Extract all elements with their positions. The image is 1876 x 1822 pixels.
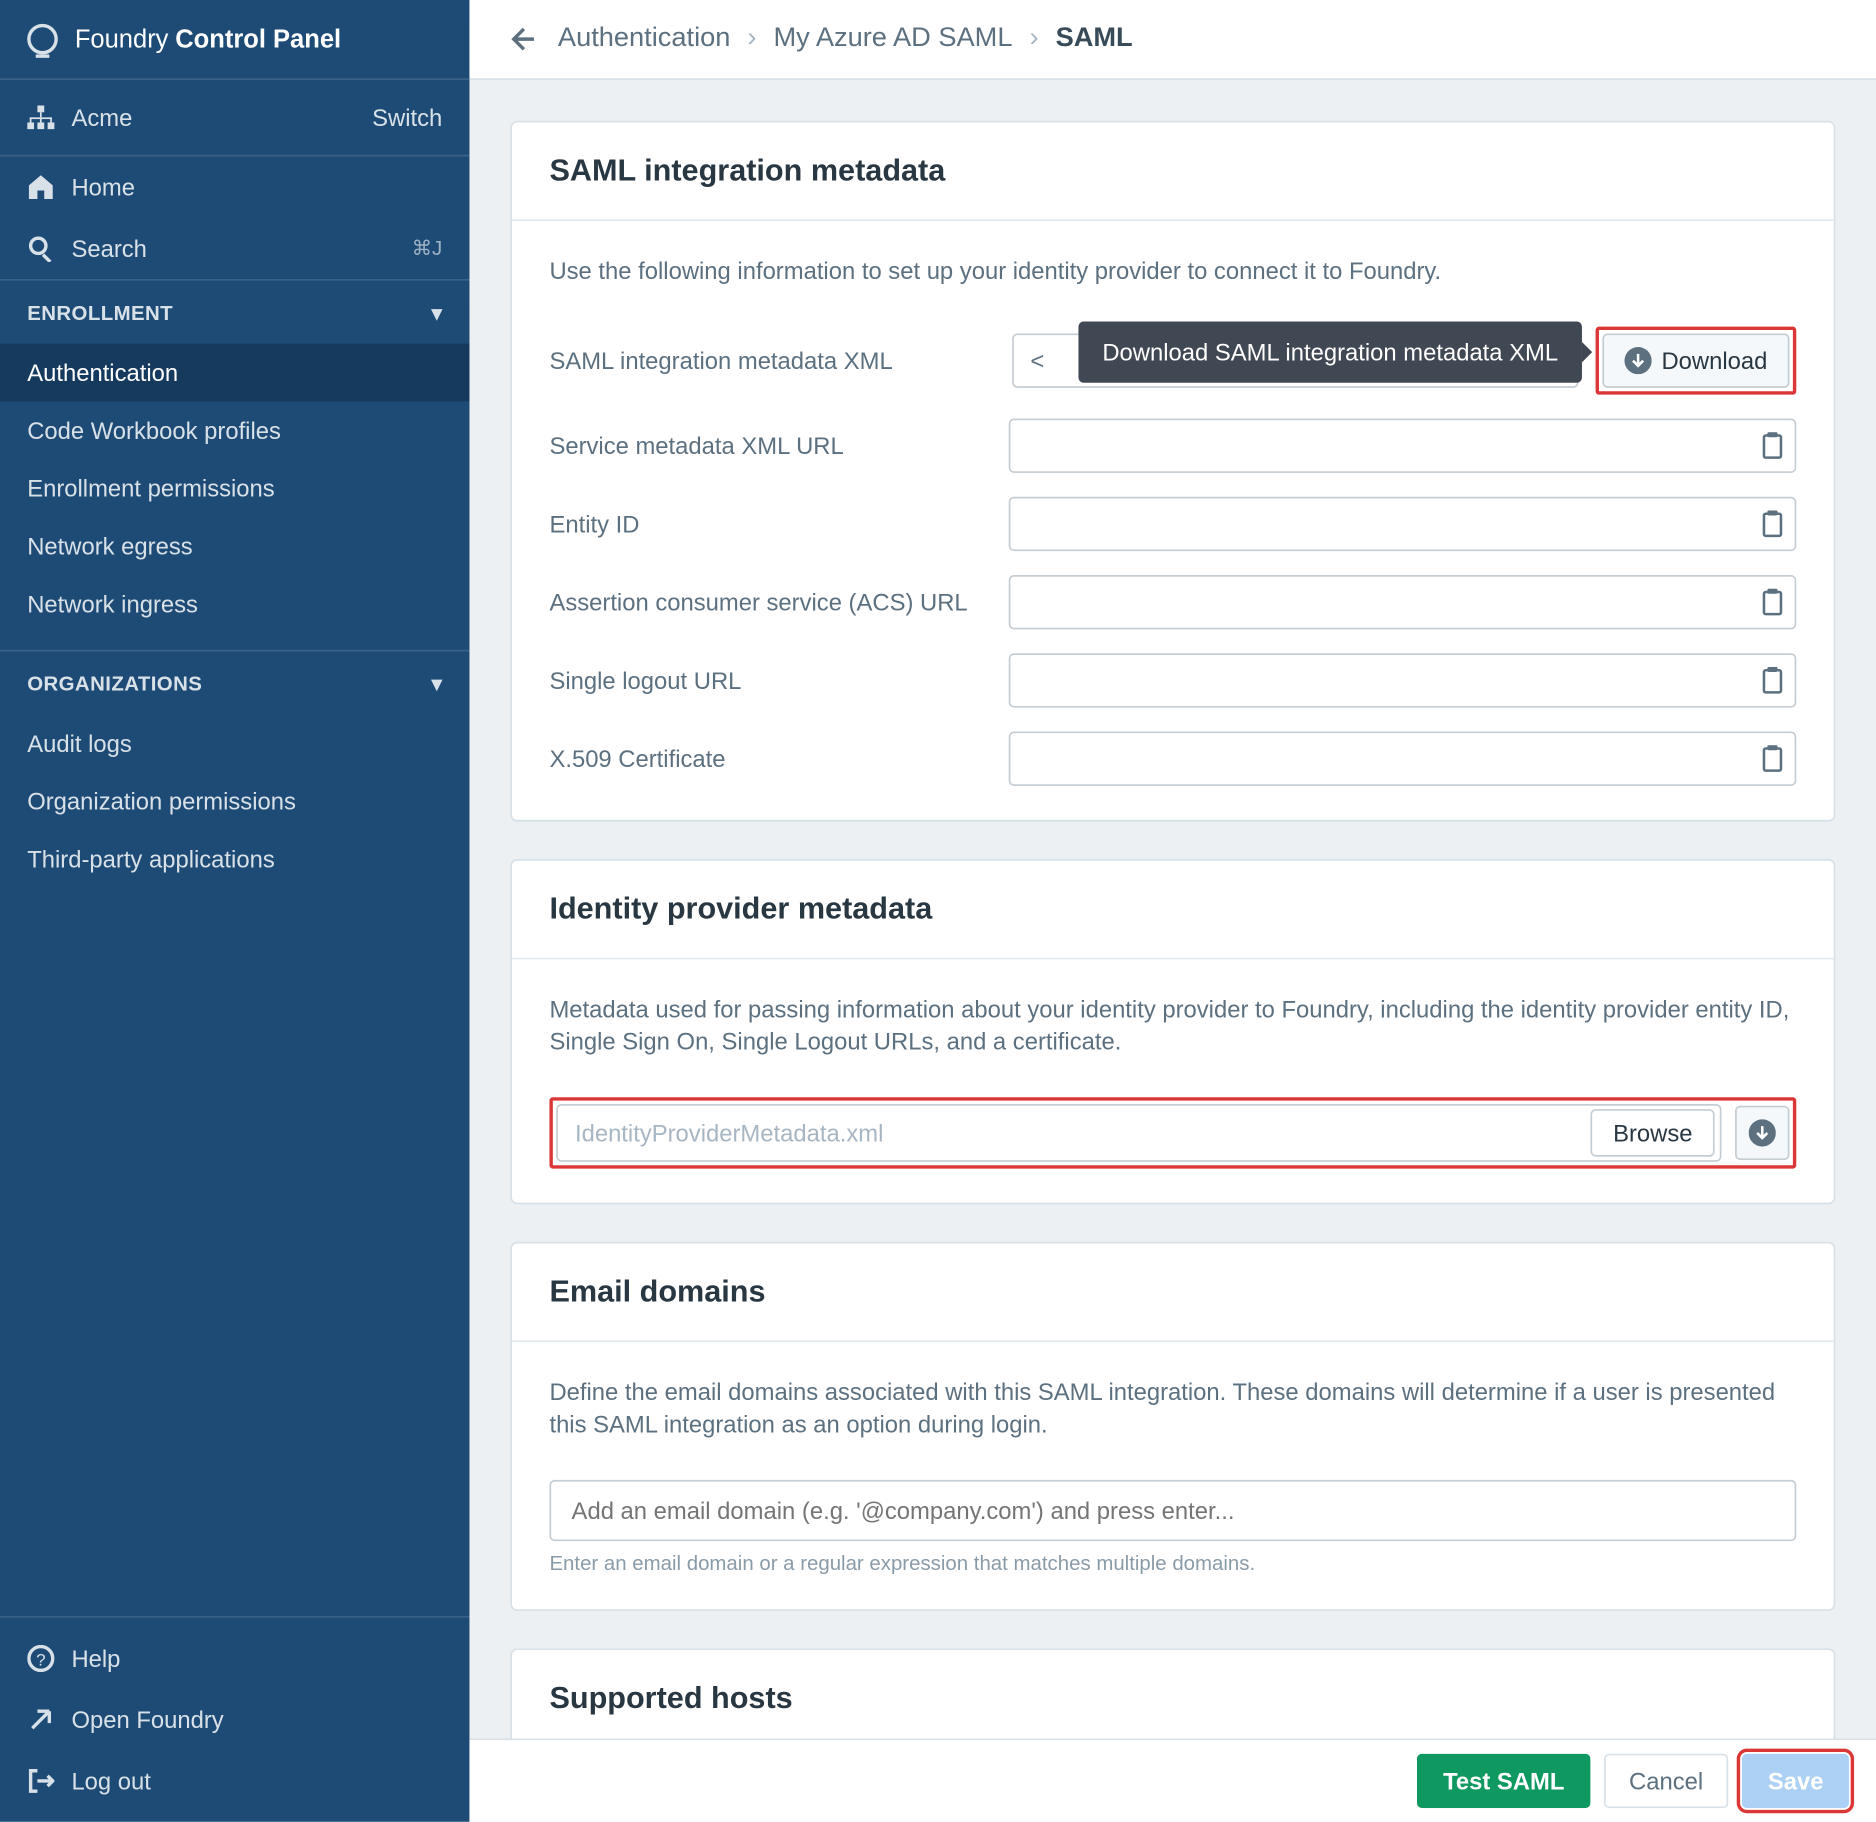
brand-foundry: Foundry — [75, 25, 169, 54]
sidebar-item-authentication[interactable]: Authentication — [0, 344, 469, 402]
org-switch-link[interactable]: Switch — [372, 104, 442, 131]
org-tree-icon — [27, 105, 54, 129]
test-saml-button[interactable]: Test SAML — [1418, 1754, 1590, 1808]
clipboard-icon[interactable] — [1759, 431, 1783, 458]
input-entity-id[interactable] — [1009, 496, 1797, 550]
footer-open-label: Open Foundry — [71, 1706, 223, 1733]
card-supported-hosts-title: Supported hosts — [549, 1681, 1796, 1717]
section-enrollment-header[interactable]: ENROLLMENT ▾ — [0, 281, 469, 344]
chevron-down-icon: ▾ — [432, 672, 443, 696]
label-acs-url: Assertion consumer service (ACS) URL — [549, 588, 1008, 615]
breadcrumb-authentication[interactable]: Authentication — [558, 24, 730, 55]
card-idp-metadata-title: Identity provider metadata — [549, 891, 1796, 927]
sidebar-item-organization-permissions[interactable]: Organization permissions — [0, 772, 469, 830]
logo-icon — [27, 24, 58, 55]
label-service-url: Service metadata XML URL — [549, 431, 1008, 458]
card-idp-metadata-desc: Metadata used for passing information ab… — [549, 993, 1796, 1060]
card-saml-metadata-title: SAML integration metadata — [549, 153, 1796, 189]
topbar: Authentication › My Azure AD SAML › SAML — [469, 0, 1876, 80]
download-metadata-button[interactable]: Download — [1602, 333, 1790, 387]
footer-logout[interactable]: Log out — [0, 1750, 469, 1811]
nav-home-label: Home — [71, 174, 135, 201]
nav-search[interactable]: Search ⌘J — [0, 218, 469, 279]
label-metadata-xml: SAML integration metadata XML — [549, 346, 1008, 373]
browse-button[interactable]: Browse — [1591, 1109, 1715, 1157]
brand-control-panel: Control Panel — [175, 25, 341, 54]
footer-actions: Test SAML Cancel Save — [469, 1738, 1876, 1821]
input-acs-url[interactable] — [1009, 574, 1797, 628]
cancel-button[interactable]: Cancel — [1604, 1754, 1729, 1808]
nav-home[interactable]: Home — [0, 156, 469, 217]
sidebar-item-audit-logs[interactable]: Audit logs — [0, 714, 469, 772]
footer-help-label: Help — [71, 1645, 120, 1672]
download-idp-button[interactable] — [1735, 1105, 1789, 1159]
email-domain-subhelp: Enter an email domain or a regular expre… — [549, 1551, 1796, 1575]
search-icon — [27, 235, 54, 262]
label-entity-id: Entity ID — [549, 510, 1008, 537]
card-email-domains-title: Email domains — [549, 1274, 1796, 1310]
sidebar-item-network-ingress[interactable]: Network ingress — [0, 575, 469, 633]
back-arrow-icon[interactable] — [507, 26, 534, 53]
label-slo-url: Single logout URL — [549, 666, 1008, 693]
clipboard-icon[interactable] — [1759, 588, 1783, 615]
org-name: Acme — [71, 104, 132, 131]
download-button-label: Download — [1661, 346, 1767, 373]
input-x509-cert[interactable] — [1009, 731, 1797, 785]
section-organizations-header[interactable]: ORGANIZATIONS ▾ — [0, 651, 469, 714]
sidebar-item-third-party-applications[interactable]: Third-party applications — [0, 830, 469, 888]
label-x509-cert: X.509 Certificate — [549, 744, 1008, 771]
organizations-header-label: ORGANIZATIONS — [27, 672, 202, 696]
idp-file-input[interactable]: IdentityProviderMetadata.xml Browse — [556, 1104, 1721, 1162]
footer-open-foundry[interactable]: Open Foundry — [0, 1689, 469, 1750]
chevron-right-icon: › — [747, 24, 756, 55]
clipboard-icon[interactable] — [1759, 744, 1783, 771]
enrollment-header-label: ENROLLMENT — [27, 301, 173, 325]
footer-help[interactable]: ? Help — [0, 1628, 469, 1689]
idp-file-placeholder: IdentityProviderMetadata.xml — [558, 1109, 1586, 1157]
org-switcher[interactable]: Acme Switch — [0, 80, 469, 157]
download-icon — [1624, 346, 1651, 373]
clipboard-icon[interactable] — [1759, 666, 1783, 693]
nav-search-label: Search — [71, 235, 146, 262]
home-icon — [27, 174, 54, 201]
sidebar-item-code-workbook-profiles[interactable]: Code Workbook profiles — [0, 401, 469, 459]
card-saml-metadata-desc: Use the following information to set up … — [549, 255, 1796, 288]
input-slo-url[interactable] — [1009, 652, 1797, 706]
clipboard-icon[interactable] — [1759, 510, 1783, 537]
logout-icon — [27, 1767, 54, 1794]
sidebar-brand: FoundryControl Panel — [0, 0, 469, 80]
card-supported-hosts: Supported hosts — [510, 1648, 1835, 1738]
save-button[interactable]: Save — [1742, 1754, 1849, 1808]
sidebar-item-enrollment-permissions[interactable]: Enrollment permissions — [0, 459, 469, 517]
card-email-domains: Email domains Define the email domains a… — [510, 1241, 1835, 1610]
breadcrumb: Authentication › My Azure AD SAML › SAML — [558, 24, 1133, 55]
main-panel: Authentication › My Azure AD SAML › SAML… — [469, 0, 1876, 1822]
download-tooltip: Download SAML integration metadata XML — [1078, 321, 1581, 382]
card-idp-metadata: Identity provider metadata Metadata used… — [510, 858, 1835, 1204]
open-external-icon — [27, 1706, 54, 1733]
svg-text:?: ? — [36, 1650, 45, 1669]
input-service-url[interactable] — [1009, 418, 1797, 472]
chevron-down-icon: ▾ — [432, 301, 443, 325]
content-scroll[interactable]: SAML integration metadata Use the follow… — [469, 80, 1876, 1738]
chevron-right-icon: › — [1030, 24, 1039, 55]
card-email-domains-desc: Define the email domains associated with… — [549, 1376, 1796, 1443]
breadcrumb-current: SAML — [1056, 24, 1133, 55]
footer-logout-label: Log out — [71, 1767, 150, 1794]
sidebar-item-network-egress[interactable]: Network egress — [0, 517, 469, 575]
search-shortcut: ⌘J — [412, 236, 443, 260]
card-saml-metadata: SAML integration metadata Use the follow… — [510, 121, 1835, 821]
sidebar: FoundryControl Panel Acme Switch Home Se… — [0, 0, 469, 1822]
help-icon: ? — [27, 1645, 54, 1672]
email-domain-input[interactable] — [549, 1480, 1796, 1541]
breadcrumb-my-azure-ad-saml[interactable]: My Azure AD SAML — [774, 24, 1013, 55]
